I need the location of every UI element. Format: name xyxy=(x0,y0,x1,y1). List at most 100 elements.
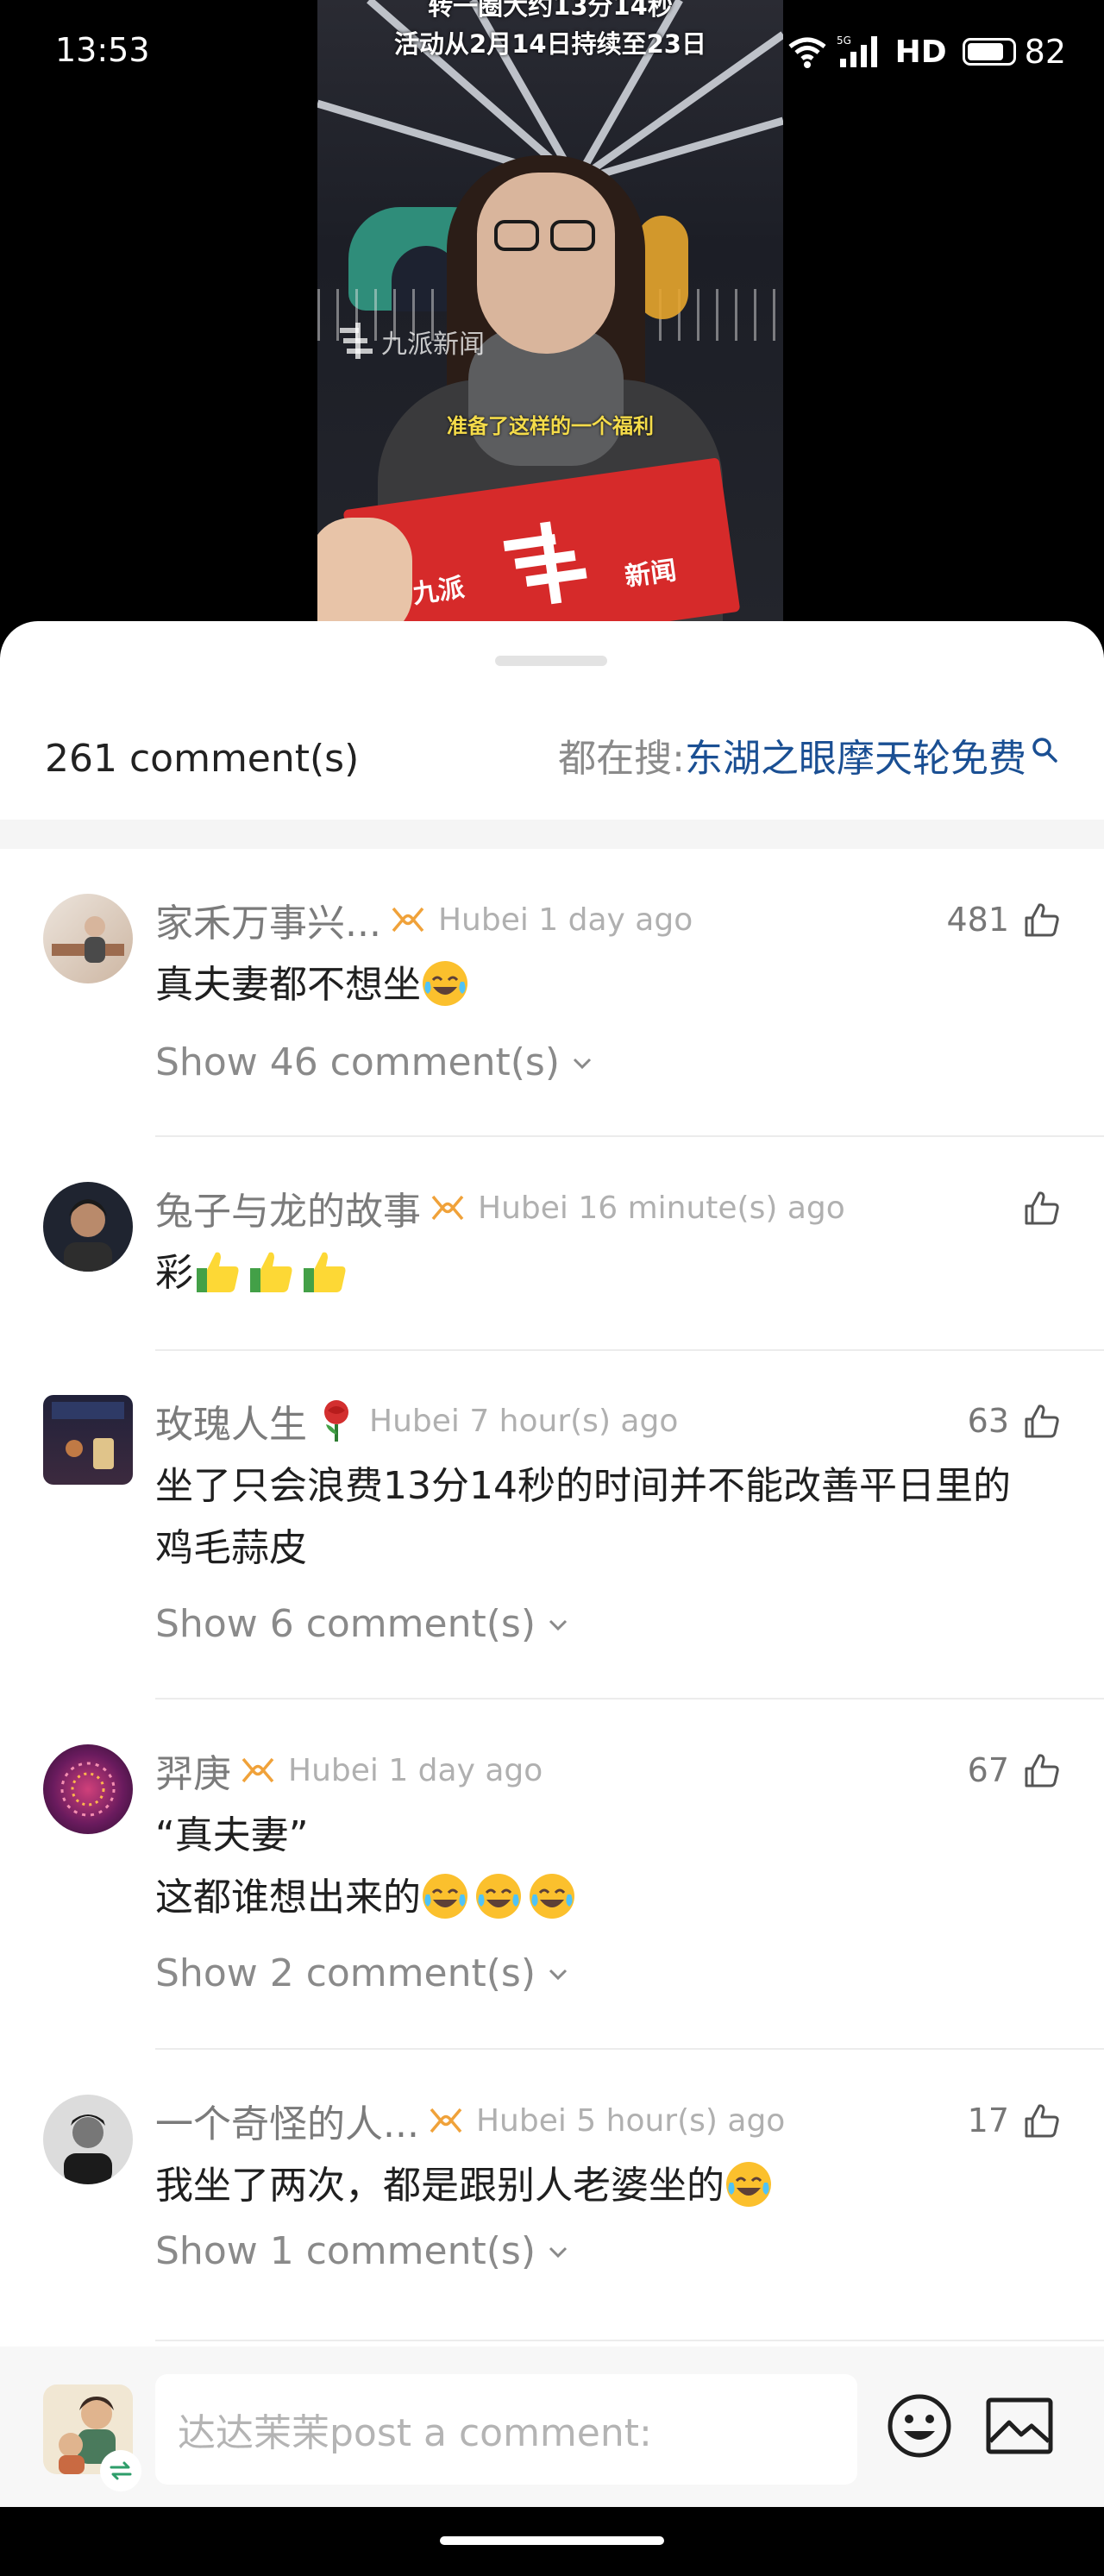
comments-header: 261 comment(s) 都在搜: 东湖之眼摩天轮免费 xyxy=(0,720,1104,798)
comment-text-line: 鸡毛蒜皮 xyxy=(155,1526,307,1570)
glasses-right-lens xyxy=(550,220,595,251)
battery-icon xyxy=(962,38,1016,66)
comment-meta: 羿庚 Hubei 1 day ago xyxy=(155,1744,543,1796)
trending-query-link[interactable]: 东湖之眼摩天轮免费 xyxy=(685,720,1026,798)
comment-text-body: 这都谁想出来的 xyxy=(155,1875,421,1919)
chevron-down-icon xyxy=(573,1058,592,1069)
box-text-left: 九派 xyxy=(411,572,467,610)
vip-badge-icon xyxy=(430,2108,462,2133)
header-divider xyxy=(0,820,1104,849)
like-button[interactable] xyxy=(1009,1182,1061,1234)
video-frame[interactable]: 九派 新闻 九派新闻 准备了这样的一个福利 转一圈大约13分14秒 活动从2月1… xyxy=(317,0,783,621)
system-nav-bar xyxy=(0,2507,1104,2576)
username[interactable]: 羿庚 xyxy=(155,1743,231,1798)
comment-text: 彩 xyxy=(155,1242,1070,1304)
trending-label: 都在搜: xyxy=(558,737,685,781)
show-replies-button[interactable]: Show 6 comment(s) xyxy=(155,1602,570,1646)
like-button[interactable]: 67 xyxy=(968,1744,1061,1796)
comment-text-body: 彩 xyxy=(155,1251,193,1295)
status-time: 13:53 xyxy=(55,31,150,69)
replies-label: Show 46 comment(s) xyxy=(155,1040,560,1084)
comment-input-bar: 达达茉茉post a comment: xyxy=(0,2347,1104,2507)
battery-percent: 82 xyxy=(1024,33,1066,71)
chevron-down-icon xyxy=(549,2246,568,2258)
username[interactable]: 家禾万事兴... xyxy=(155,892,381,947)
like-button[interactable]: 17 xyxy=(968,2095,1061,2146)
comment-meta: 玫瑰人生 Hubei 7 hour(s) ago xyxy=(155,1395,678,1447)
comment-meta: 兔子与龙的故事 Hubei 16 minute(s) ago xyxy=(155,1182,845,1234)
laughing-crying-emoji xyxy=(423,1874,467,1919)
comment-text-line: 坐了只会浪费13分14秒的时间并不能改善平日里的 xyxy=(155,1464,1011,1508)
image-icon[interactable] xyxy=(983,2391,1056,2460)
like-count: 17 xyxy=(967,2102,1009,2139)
comments-sheet: 261 comment(s) 都在搜: 东湖之眼摩天轮免费 家禾万事兴... H… xyxy=(0,621,1104,2510)
avatar[interactable] xyxy=(43,894,133,983)
thumbs-up-icon xyxy=(1025,2104,1059,2138)
swap-arrows-icon xyxy=(110,2461,132,2480)
like-count: 67 xyxy=(967,1751,1009,1789)
avatar[interactable] xyxy=(43,2095,133,2184)
location-time: Hubei 16 minute(s) ago xyxy=(478,1190,845,1226)
location-time: Hubei 1 day ago xyxy=(437,902,693,938)
box-text-right: 新闻 xyxy=(623,555,679,593)
avatar-image xyxy=(60,1762,116,1817)
replies-label: Show 6 comment(s) xyxy=(155,1602,536,1646)
trending-search[interactable]: 都在搜: 东湖之眼摩天轮免费 xyxy=(558,720,1059,798)
thumbs-up-emoji xyxy=(197,1252,239,1292)
comment-divider xyxy=(155,1135,1104,1137)
thumbs-up-icon xyxy=(1025,903,1059,937)
comment-input[interactable]: 达达茉茉post a comment: xyxy=(155,2374,857,2485)
like-button[interactable]: 481 xyxy=(946,894,1061,946)
laughing-crying-emoji xyxy=(476,1874,521,1919)
chevron-down-icon xyxy=(549,1619,568,1630)
hd-indicator: HD xyxy=(894,34,947,70)
username[interactable]: 玫瑰人生 xyxy=(155,1393,307,1448)
thumbs-up-emoji xyxy=(304,1252,346,1292)
video-caption: 活动从2月14日持续至23日 xyxy=(394,29,706,59)
video-caption-partial: 转一圈大约13分14秒 xyxy=(428,0,673,21)
vip-badge-icon xyxy=(242,1757,274,1783)
video-player[interactable]: 九派 新闻 九派新闻 准备了这样的一个福利 转一圈大约13分14秒 活动从2月1… xyxy=(0,0,1104,621)
avatar[interactable] xyxy=(43,1182,133,1272)
comment-text-body: 我坐了两次，都是跟别人老婆坐的 xyxy=(155,2164,724,2208)
avatar[interactable] xyxy=(43,1395,133,1485)
video-watermark: 九派新闻 xyxy=(381,330,485,360)
replies-label: Show 1 comment(s) xyxy=(155,2229,536,2273)
switch-account-icon[interactable] xyxy=(100,2450,141,2491)
comment-meta: 一个奇怪的人... Hubei 5 hour(s) ago xyxy=(155,2095,785,2146)
home-indicator[interactable] xyxy=(440,2536,664,2545)
like-button[interactable]: 63 xyxy=(968,1395,1061,1447)
sheet-drag-handle[interactable] xyxy=(495,656,607,666)
rose-emoji xyxy=(324,1400,348,1442)
video-subtitle: 准备了这样的一个福利 xyxy=(447,414,654,438)
jiupai-logo-on-box xyxy=(503,521,587,605)
comment-text-line: “真夫妻” xyxy=(155,1813,309,1857)
laughing-crying-emoji xyxy=(423,961,467,1006)
avatar[interactable] xyxy=(43,1744,133,1834)
thumbs-up-icon xyxy=(1025,1754,1059,1787)
thumbs-up-emoji xyxy=(250,1252,292,1292)
username[interactable]: 一个奇怪的人... xyxy=(155,2093,419,2148)
username[interactable]: 兔子与龙的故事 xyxy=(155,1180,421,1235)
comment-divider xyxy=(155,1698,1104,1700)
location-time: Hubei 5 hour(s) ago xyxy=(475,2102,786,2139)
avatar-image xyxy=(64,1199,112,1272)
laughing-crying-emoji xyxy=(726,2162,771,2207)
like-count: 63 xyxy=(967,1402,1009,1440)
laughing-crying-emoji xyxy=(530,1874,574,1919)
vip-badge-icon xyxy=(392,907,424,933)
avatar-image xyxy=(52,916,124,963)
comment-text: 坐了只会浪费13分14秒的时间并不能改善平日里的 鸡毛蒜皮 xyxy=(155,1455,1070,1580)
comment-divider xyxy=(155,2340,1104,2341)
smiley-icon[interactable] xyxy=(885,2391,954,2460)
show-replies-button[interactable]: Show 1 comment(s) xyxy=(155,2229,570,2273)
comment-text-line-with-emoji: 这都谁想出来的 xyxy=(155,1867,1070,1929)
comment-count: 261 comment(s) xyxy=(45,737,360,781)
show-replies-button[interactable]: Show 46 comment(s) xyxy=(155,1040,594,1084)
glasses-left-lens xyxy=(494,220,539,251)
location-time: Hubei 7 hour(s) ago xyxy=(369,1403,679,1439)
watermark-logo-icon xyxy=(340,323,373,359)
comment-input-placeholder: 达达茉茉post a comment: xyxy=(178,2411,652,2455)
person-face xyxy=(477,173,615,354)
show-replies-button[interactable]: Show 2 comment(s) xyxy=(155,1951,570,1995)
